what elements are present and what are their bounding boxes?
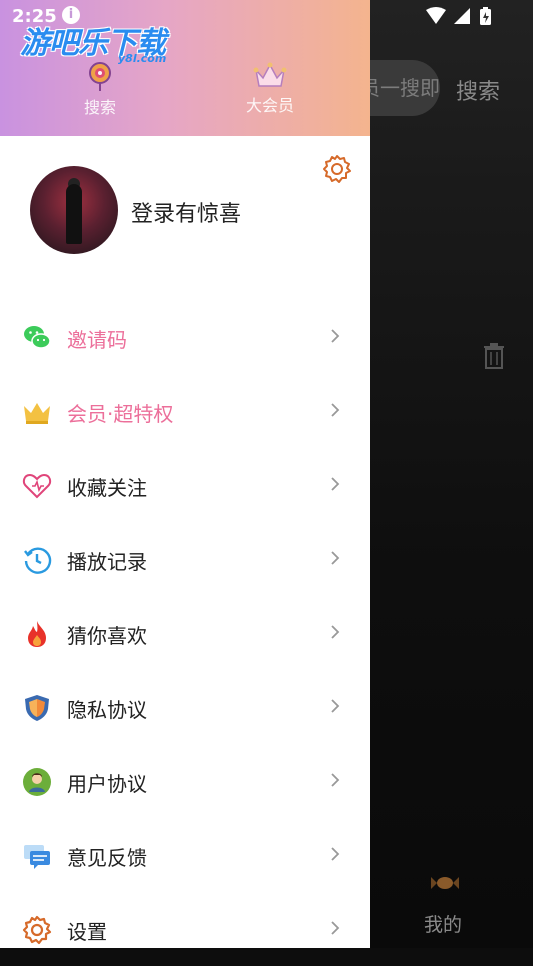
menu-item-feedback[interactable]: 意见反馈 xyxy=(0,818,370,892)
login-prompt[interactable]: 登录有惊喜 xyxy=(131,196,241,228)
chevron-right-icon xyxy=(331,625,340,639)
user-badge-icon xyxy=(23,768,51,796)
heart-icon xyxy=(22,473,52,499)
brand-domain: y8l.com xyxy=(118,52,167,65)
avatar[interactable] xyxy=(30,166,118,254)
chevron-right-icon xyxy=(331,403,340,417)
menu-item-favorites[interactable]: 收藏关注 xyxy=(0,448,370,522)
header-tab-vip[interactable]: 大会员 xyxy=(244,62,296,116)
menu-item-history[interactable]: 播放记录 xyxy=(0,522,370,596)
header-tab-vip-label: 大会员 xyxy=(245,96,294,115)
menu-item-label: 收藏关注 xyxy=(67,476,147,500)
shield-icon xyxy=(25,695,49,721)
feedback-icon xyxy=(24,845,50,869)
menu-item-invite-code[interactable]: 邀请码 xyxy=(0,300,370,374)
chevron-right-icon xyxy=(331,773,340,787)
menu-item-label: 播放记录 xyxy=(67,550,147,574)
wechat-icon xyxy=(24,326,51,349)
menu-item-vip-privilege[interactable]: 会员·超特权 xyxy=(0,374,370,448)
chevron-right-icon xyxy=(331,329,340,343)
chevron-right-icon xyxy=(331,699,340,713)
navigation-drawer: 游吧乐下载 y8l.com 搜索 大会员 登录有惊喜 邀请码 会员·超特权 收藏… xyxy=(0,0,370,948)
menu-item-label: 用户协议 xyxy=(67,772,147,796)
menu-item-label: 邀请码 xyxy=(67,328,127,352)
signal-icon xyxy=(454,8,470,24)
lollipop-icon xyxy=(89,62,111,91)
fire-icon xyxy=(28,621,46,647)
wifi-icon xyxy=(426,7,446,24)
menu-item-label: 猜你喜欢 xyxy=(67,624,147,648)
settings-gear-icon xyxy=(22,915,52,945)
settings-gear-icon[interactable] xyxy=(322,154,352,184)
gold-crown-icon xyxy=(24,403,50,424)
history-clock-icon xyxy=(24,547,52,574)
status-icons xyxy=(426,7,491,25)
header-tab-search[interactable]: 搜索 xyxy=(80,62,120,118)
menu-item-label: 意见反馈 xyxy=(67,846,147,870)
status-time: 2:25 xyxy=(12,6,57,27)
tab-mine[interactable]: 我的 xyxy=(424,910,462,937)
info-icon: i xyxy=(62,6,80,24)
chevron-right-icon xyxy=(331,921,340,935)
menu-item-label: 隐私协议 xyxy=(67,698,147,722)
chevron-right-icon xyxy=(331,551,340,565)
menu-item-label: 会员·超特权 xyxy=(67,402,174,426)
chevron-right-icon xyxy=(331,847,340,861)
menu-item-label: 设置 xyxy=(67,920,107,944)
crown-icon xyxy=(253,62,287,87)
candy-icon xyxy=(431,877,459,889)
menu-item-user-agreement[interactable]: 用户协议 xyxy=(0,744,370,818)
trash-icon[interactable] xyxy=(482,342,506,370)
background-search-button[interactable]: 搜索 xyxy=(456,74,500,106)
menu-item-privacy[interactable]: 隐私协议 xyxy=(0,670,370,744)
header-tab-search-label: 搜索 xyxy=(83,98,116,117)
menu-item-settings[interactable]: 设置 xyxy=(0,892,370,966)
chevron-right-icon xyxy=(331,477,340,491)
menu-item-recommend[interactable]: 猜你喜欢 xyxy=(0,596,370,670)
